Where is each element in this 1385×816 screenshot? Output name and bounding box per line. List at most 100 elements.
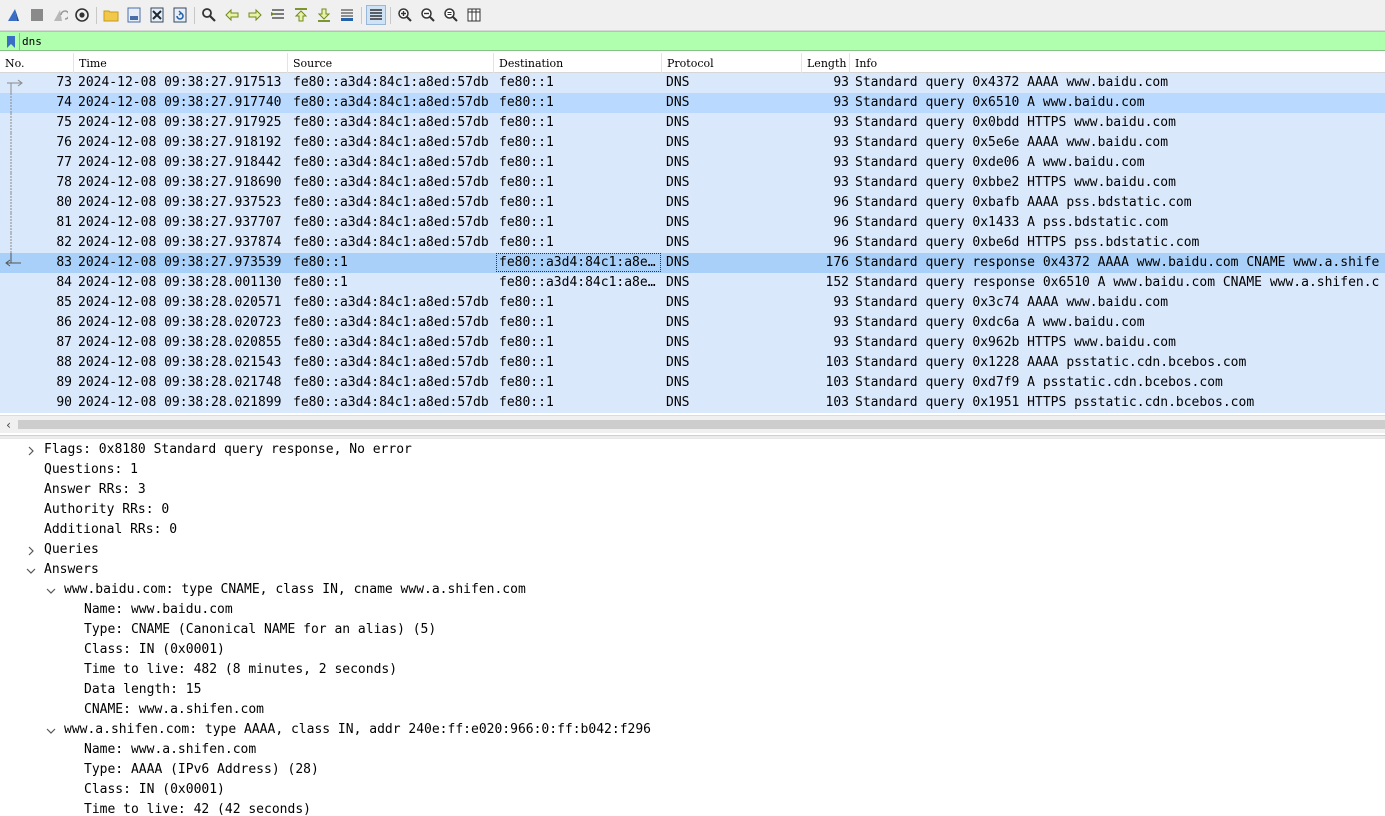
bookmark-icon[interactable] — [2, 33, 20, 50]
find-packet-icon[interactable] — [199, 5, 219, 25]
first-packet-icon[interactable] — [291, 5, 311, 25]
packet-cell-time: 2024-12-08 09:38:28.021748 — [78, 375, 282, 390]
chevron-right-icon[interactable] — [25, 444, 37, 456]
packet-row[interactable]: 90 2024-12-08 09:38:28.021899 fe80::a3d4:8… — [0, 393, 1385, 413]
packet-cell-source: fe80::a3d4:84c1:a8ed:57db — [293, 115, 489, 130]
packet-cell-source: fe80::1 — [293, 275, 348, 290]
detail-tree-item[interactable]: Authority RRs: 0 — [0, 500, 1385, 520]
zoom-out-icon[interactable] — [418, 5, 438, 25]
packet-cell-info: Standard query 0x0bdd HTTPS www.baidu.co… — [855, 115, 1176, 130]
detail-tree-item[interactable]: Flags: 0x8180 Standard query response, N… — [0, 440, 1385, 460]
packet-cell-source: fe80::a3d4:84c1:a8ed:57db — [293, 235, 489, 250]
packet-row[interactable]: 81 2024-12-08 09:38:27.937707 fe80::a3d4:8… — [0, 213, 1385, 233]
packet-cell-protocol: DNS — [666, 255, 690, 270]
packet-cell-no: 89 — [56, 375, 72, 390]
save-file-icon[interactable] — [124, 5, 144, 25]
detail-tree-item[interactable]: Questions: 1 — [0, 460, 1385, 480]
packet-row[interactable]: 87 2024-12-08 09:38:28.020855 fe80::a3d4:8… — [0, 333, 1385, 353]
column-header-protocol[interactable]: Protocol — [662, 53, 802, 73]
detail-tree-label: Answer RRs: 3 — [44, 482, 146, 497]
packet-row[interactable]: 77 2024-12-08 09:38:27.918442 fe80::a3d4:8… — [0, 153, 1385, 173]
pane-splitter[interactable] — [0, 435, 1385, 439]
column-header-destination[interactable]: Destination — [494, 53, 662, 73]
stop-capture-icon[interactable] — [27, 5, 47, 25]
packet-row[interactable]: 86 2024-12-08 09:38:28.020723 fe80::a3d4:8… — [0, 313, 1385, 333]
normal-size-icon[interactable] — [441, 5, 461, 25]
detail-tree-item[interactable]: Class: IN (0x0001) — [0, 780, 1385, 800]
packet-list-scrollbar[interactable]: ‹ — [0, 415, 1385, 433]
detail-tree-label: Flags: 0x8180 Standard query response, N… — [44, 442, 412, 457]
detail-tree-item[interactable]: Additional RRs: 0 — [0, 520, 1385, 540]
chevron-right-icon[interactable] — [25, 544, 37, 556]
packet-row[interactable]: 89 2024-12-08 09:38:28.021748 fe80::a3d4:8… — [0, 373, 1385, 393]
chevron-down-icon[interactable] — [25, 564, 37, 576]
capture-options-icon[interactable] — [72, 5, 92, 25]
scrollbar-thumb[interactable] — [18, 420, 1385, 429]
detail-tree-item[interactable]: Queries — [0, 540, 1385, 560]
packet-row[interactable]: 85 2024-12-08 09:38:28.020571 fe80::a3d4:8… — [0, 293, 1385, 313]
packet-row[interactable]: 78 2024-12-08 09:38:27.918690 fe80::a3d4:8… — [0, 173, 1385, 193]
packet-cell-time: 2024-12-08 09:38:28.020571 — [78, 295, 282, 310]
detail-tree-item[interactable]: Name: www.a.shifen.com — [0, 740, 1385, 760]
packet-cell-protocol: DNS — [666, 375, 690, 390]
detail-tree-item[interactable]: www.a.shifen.com: type AAAA, class IN, a… — [0, 720, 1385, 740]
packet-row[interactable]: 73 2024-12-08 09:38:27.917513 fe80::a3d4:8… — [0, 73, 1385, 93]
colorize-icon[interactable] — [366, 5, 386, 25]
packet-cell-info: Standard query 0x4372 AAAA www.baidu.com — [855, 75, 1169, 90]
chevron-down-icon[interactable] — [45, 584, 57, 596]
packet-cell-protocol: DNS — [666, 175, 690, 190]
display-filter-bar — [0, 31, 1385, 51]
packet-row[interactable]: 75 2024-12-08 09:38:27.917925 fe80::a3d4:8… — [0, 113, 1385, 133]
last-packet-icon[interactable] — [314, 5, 334, 25]
column-header-length[interactable]: Length — [802, 53, 850, 73]
packet-cell-info: Standard query 0x1228 AAAA psstatic.cdn.… — [855, 355, 1247, 370]
zoom-in-icon[interactable] — [395, 5, 415, 25]
detail-tree-item[interactable]: Data length: 15 — [0, 680, 1385, 700]
chevron-down-icon[interactable] — [45, 724, 57, 736]
detail-tree-label: Data length: 15 — [84, 682, 202, 697]
detail-tree-item[interactable]: Answer RRs: 3 — [0, 480, 1385, 500]
packet-row[interactable]: 82 2024-12-08 09:38:27.937874 fe80::a3d4:8… — [0, 233, 1385, 253]
detail-tree-label: www.a.shifen.com: type AAAA, class IN, a… — [64, 722, 651, 737]
packet-row[interactable]: 76 2024-12-08 09:38:27.918192 fe80::a3d4:8… — [0, 133, 1385, 153]
restart-capture-icon[interactable] — [50, 5, 70, 25]
go-forward-icon[interactable] — [245, 5, 265, 25]
packet-row[interactable]: 83 2024-12-08 09:38:27.973539 fe80::1 fe80:… — [0, 253, 1385, 273]
packet-cell-info: Standard query response 0x6510 A www.bai… — [855, 275, 1380, 290]
column-header-time[interactable]: Time — [74, 53, 288, 73]
detail-tree-item[interactable]: Time to live: 482 (8 minutes, 2 seconds) — [0, 660, 1385, 680]
detail-tree-label: Time to live: 42 (42 seconds) — [84, 802, 311, 816]
packet-row[interactable]: 88 2024-12-08 09:38:28.021543 fe80::a3d4:8… — [0, 353, 1385, 373]
packet-cell-length: 103 — [825, 395, 849, 410]
packet-cell-length: 93 — [833, 155, 849, 170]
detail-tree-item[interactable]: Class: IN (0x0001) — [0, 640, 1385, 660]
go-back-icon[interactable] — [222, 5, 242, 25]
packet-cell-no: 87 — [56, 335, 72, 350]
detail-tree-item[interactable]: Type: CNAME (Canonical NAME for an alias… — [0, 620, 1385, 640]
column-header-source[interactable]: Source — [288, 53, 494, 73]
detail-tree-item[interactable]: Time to live: 42 (42 seconds) — [0, 800, 1385, 816]
packet-cell-time: 2024-12-08 09:38:27.937874 — [78, 235, 282, 250]
detail-tree-item[interactable]: www.baidu.com: type CNAME, class IN, cna… — [0, 580, 1385, 600]
detail-tree-item[interactable]: CNAME: www.a.shifen.com — [0, 700, 1385, 720]
resize-columns-icon[interactable] — [464, 5, 484, 25]
display-filter-input[interactable] — [22, 33, 1382, 50]
go-to-packet-icon[interactable] — [268, 5, 288, 25]
packet-cell-info: Standard query 0x1433 A pss.bdstatic.com — [855, 215, 1169, 230]
open-file-icon[interactable] — [101, 5, 121, 25]
packet-row[interactable]: 80 2024-12-08 09:38:27.937523 fe80::a3d4:8… — [0, 193, 1385, 213]
column-header-info[interactable]: Info — [850, 53, 1385, 73]
detail-tree-item[interactable]: Answers — [0, 560, 1385, 580]
detail-tree-item[interactable]: Type: AAAA (IPv6 Address) (28) — [0, 760, 1385, 780]
packet-row[interactable]: 74 2024-12-08 09:38:27.917740 fe80::a3d4:8… — [0, 93, 1385, 113]
close-file-icon[interactable] — [147, 5, 167, 25]
packet-cell-info: Standard query 0xbe6d HTTPS pss.bdstatic… — [855, 235, 1200, 250]
packet-row[interactable]: 84 2024-12-08 09:38:28.001130 fe80::1 fe80:… — [0, 273, 1385, 293]
reload-file-icon[interactable] — [170, 5, 190, 25]
packet-cell-time: 2024-12-08 09:38:27.937523 — [78, 195, 282, 210]
scroll-left-arrow-icon[interactable]: ‹ — [0, 416, 17, 433]
auto-scroll-icon[interactable] — [337, 5, 357, 25]
column-header-no[interactable]: No. — [0, 53, 74, 73]
start-capture-icon[interactable] — [4, 5, 24, 25]
detail-tree-item[interactable]: Name: www.baidu.com — [0, 600, 1385, 620]
